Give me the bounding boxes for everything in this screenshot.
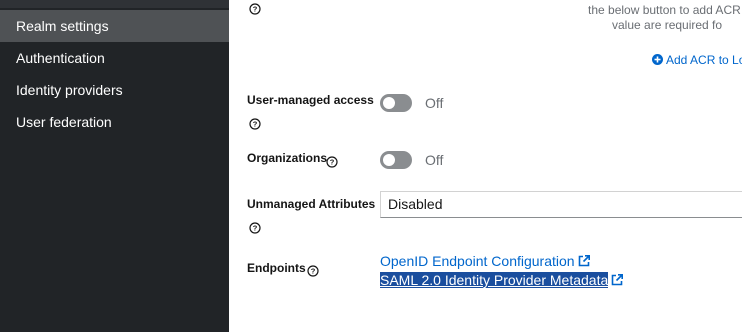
unmanaged-attributes-label: Unmanaged Attributes bbox=[247, 197, 376, 211]
help-icon[interactable]: ? bbox=[307, 262, 319, 280]
svg-text:?: ? bbox=[253, 223, 258, 232]
toggle-track bbox=[380, 151, 412, 169]
svg-text:?: ? bbox=[253, 4, 258, 13]
acr-hint-line-1: the below button to add ACR to bbox=[588, 3, 742, 17]
sidebar-item-identity-providers[interactable]: Identity providers bbox=[0, 74, 229, 106]
acr-hint-line-2: value are required fo bbox=[612, 18, 723, 32]
help-icon[interactable]: ? bbox=[249, 115, 261, 133]
toggle-knob bbox=[383, 154, 395, 166]
toggle-state-label: Off bbox=[425, 152, 444, 168]
help-icon[interactable]: ? bbox=[249, 219, 261, 237]
sidebar-item-authentication[interactable]: Authentication bbox=[0, 42, 229, 74]
saml-metadata-link[interactable]: SAML 2.0 Identity Provider Metadata bbox=[380, 272, 624, 288]
saml-metadata-label: SAML 2.0 Identity Provider Metadata bbox=[380, 272, 609, 288]
toggle-track bbox=[380, 94, 412, 112]
external-link-icon bbox=[578, 255, 590, 267]
help-icon[interactable]: ? bbox=[326, 153, 338, 171]
user-managed-access-label: User-managed access bbox=[247, 93, 374, 107]
sidebar: Realm settings Authentication Identity p… bbox=[0, 0, 229, 332]
svg-text:?: ? bbox=[311, 266, 316, 275]
organizations-toggle[interactable]: Off bbox=[380, 151, 470, 171]
sidebar-top-edge bbox=[0, 0, 229, 8]
help-icon[interactable]: ? bbox=[249, 0, 261, 18]
toggle-knob bbox=[383, 97, 395, 109]
openid-endpoint-link[interactable]: OpenID Endpoint Configuration bbox=[380, 253, 590, 269]
svg-text:?: ? bbox=[253, 119, 258, 128]
main-content: ? the below button to add ACR to value a… bbox=[229, 0, 742, 332]
user-managed-access-toggle[interactable]: Off bbox=[380, 94, 470, 114]
unmanaged-attributes-select[interactable]: Disabled bbox=[380, 191, 742, 218]
endpoints-label: Endpoints bbox=[247, 261, 306, 275]
external-link-icon bbox=[611, 274, 624, 286]
sidebar-item-user-federation[interactable]: User federation bbox=[0, 106, 229, 138]
openid-endpoint-label: OpenID Endpoint Configuration bbox=[380, 253, 575, 269]
add-acr-label: Add ACR to Lo bbox=[666, 53, 742, 67]
organizations-label: Organizations bbox=[247, 151, 328, 165]
plus-circle-icon bbox=[652, 54, 663, 65]
add-acr-link[interactable]: Add ACR to Lo bbox=[652, 53, 742, 67]
sidebar-item-realm-settings[interactable]: Realm settings bbox=[0, 10, 229, 42]
svg-text:?: ? bbox=[330, 157, 335, 166]
toggle-state-label: Off bbox=[425, 95, 444, 111]
